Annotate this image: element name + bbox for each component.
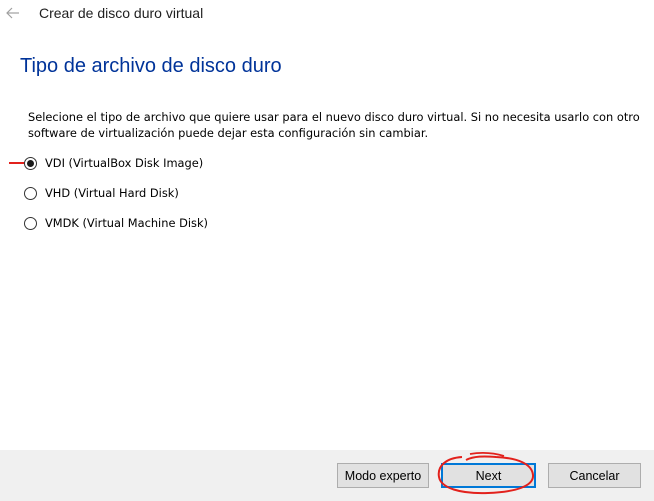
radio-button-vhd[interactable] xyxy=(24,186,37,200)
expert-mode-button[interactable]: Modo experto xyxy=(337,463,429,488)
radio-button-vmdk[interactable] xyxy=(24,216,37,230)
radio-label-vhd[interactable]: VHD (Virtual Hard Disk) xyxy=(45,186,179,200)
window-title: Crear de disco duro virtual xyxy=(39,5,204,21)
wizard-titlebar: Crear de disco duro virtual xyxy=(0,0,654,30)
wizard-footer: Modo experto Next Cancelar xyxy=(0,450,654,501)
next-button[interactable]: Next xyxy=(441,463,536,488)
radio-label-vmdk[interactable]: VMDK (Virtual Machine Disk) xyxy=(45,216,208,230)
radio-button-vdi[interactable] xyxy=(24,156,37,170)
page-description: Selecione el tipo de archivo que quiere … xyxy=(28,110,640,140)
radio-option-vmdk[interactable]: VMDK (Virtual Machine Disk) xyxy=(24,213,208,233)
back-arrow-icon[interactable] xyxy=(5,5,21,21)
radio-option-vhd[interactable]: VHD (Virtual Hard Disk) xyxy=(24,183,208,203)
radio-label-vdi[interactable]: VDI (VirtualBox Disk Image) xyxy=(45,156,203,170)
file-type-radio-group: VDI (VirtualBox Disk Image) VHD (Virtual… xyxy=(24,153,208,243)
cancel-button[interactable]: Cancelar xyxy=(548,463,641,488)
radio-option-vdi[interactable]: VDI (VirtualBox Disk Image) xyxy=(24,153,208,173)
page-title: Tipo de archivo de disco duro xyxy=(20,55,282,77)
